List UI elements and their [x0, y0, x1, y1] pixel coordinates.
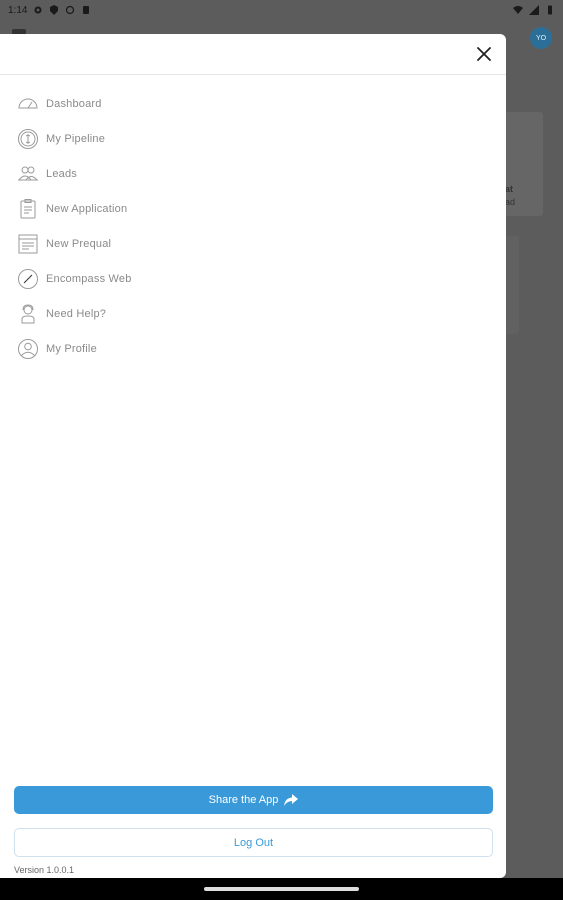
- wifi-icon: [513, 6, 523, 14]
- profile-user-icon: [17, 338, 39, 360]
- menu-item-encompass-web[interactable]: Encompass Web: [0, 261, 506, 296]
- background-card-text: at ad: [505, 183, 515, 209]
- menu-label: New Application: [46, 202, 128, 215]
- menu-item-my-profile[interactable]: My Profile: [0, 331, 506, 366]
- close-icon: [477, 47, 491, 61]
- close-button[interactable]: [472, 42, 496, 66]
- share-app-button[interactable]: Share the App: [14, 786, 493, 814]
- menu-item-leads[interactable]: Leads: [0, 156, 506, 191]
- menu-item-dashboard[interactable]: Dashboard: [0, 86, 506, 121]
- at-sign-icon: [66, 5, 75, 15]
- menu-label: Leads: [46, 167, 77, 180]
- battery-icon: [548, 5, 552, 15]
- dashboard-gauge-icon: [17, 93, 39, 115]
- help-agent-icon: [17, 303, 39, 325]
- logout-button[interactable]: Log Out: [14, 828, 493, 857]
- home-indicator[interactable]: [204, 887, 359, 891]
- sim-card-icon: [83, 6, 90, 14]
- menu-label: Encompass Web: [46, 272, 132, 285]
- menu-item-new-prequal[interactable]: New Prequal: [0, 226, 506, 261]
- menu-item-need-help[interactable]: Need Help?: [0, 296, 506, 331]
- application-clipboard-icon: [17, 198, 39, 220]
- menu-label: Need Help?: [46, 307, 107, 320]
- compass-icon: [17, 268, 39, 290]
- status-right: [513, 5, 555, 15]
- menu-item-my-pipeline[interactable]: My Pipeline: [0, 121, 506, 156]
- settings-icon: [34, 6, 42, 14]
- menu-label: New Prequal: [46, 237, 112, 250]
- navigation-drawer: Dashboard My Pipeline Leads New Applicat…: [0, 34, 506, 878]
- version-label: Version 1.0.0.1: [14, 865, 75, 875]
- leads-people-icon: [17, 163, 39, 185]
- location-icon: [50, 5, 59, 15]
- drawer-header: [0, 34, 506, 75]
- menu-label: Dashboard: [46, 97, 102, 110]
- prequal-form-icon: [17, 233, 39, 255]
- share-app-label: Share the App: [208, 794, 279, 806]
- avatar: YO: [530, 27, 552, 49]
- signal-icon: [529, 5, 539, 15]
- drawer-menu: Dashboard My Pipeline Leads New Applicat…: [0, 86, 506, 366]
- status-time: 1:14: [8, 4, 28, 16]
- background-card-title: at: [505, 184, 514, 194]
- background-card-sub: ad: [505, 197, 516, 207]
- menu-item-new-application[interactable]: New Application: [0, 191, 506, 226]
- status-left: 1:14: [8, 5, 91, 16]
- menu-label: My Pipeline: [46, 132, 106, 145]
- pipeline-dollar-icon: [17, 128, 39, 150]
- menu-label: My Profile: [46, 342, 97, 355]
- status-bar: 1:14: [0, 0, 563, 20]
- share-arrow-icon: [284, 794, 299, 806]
